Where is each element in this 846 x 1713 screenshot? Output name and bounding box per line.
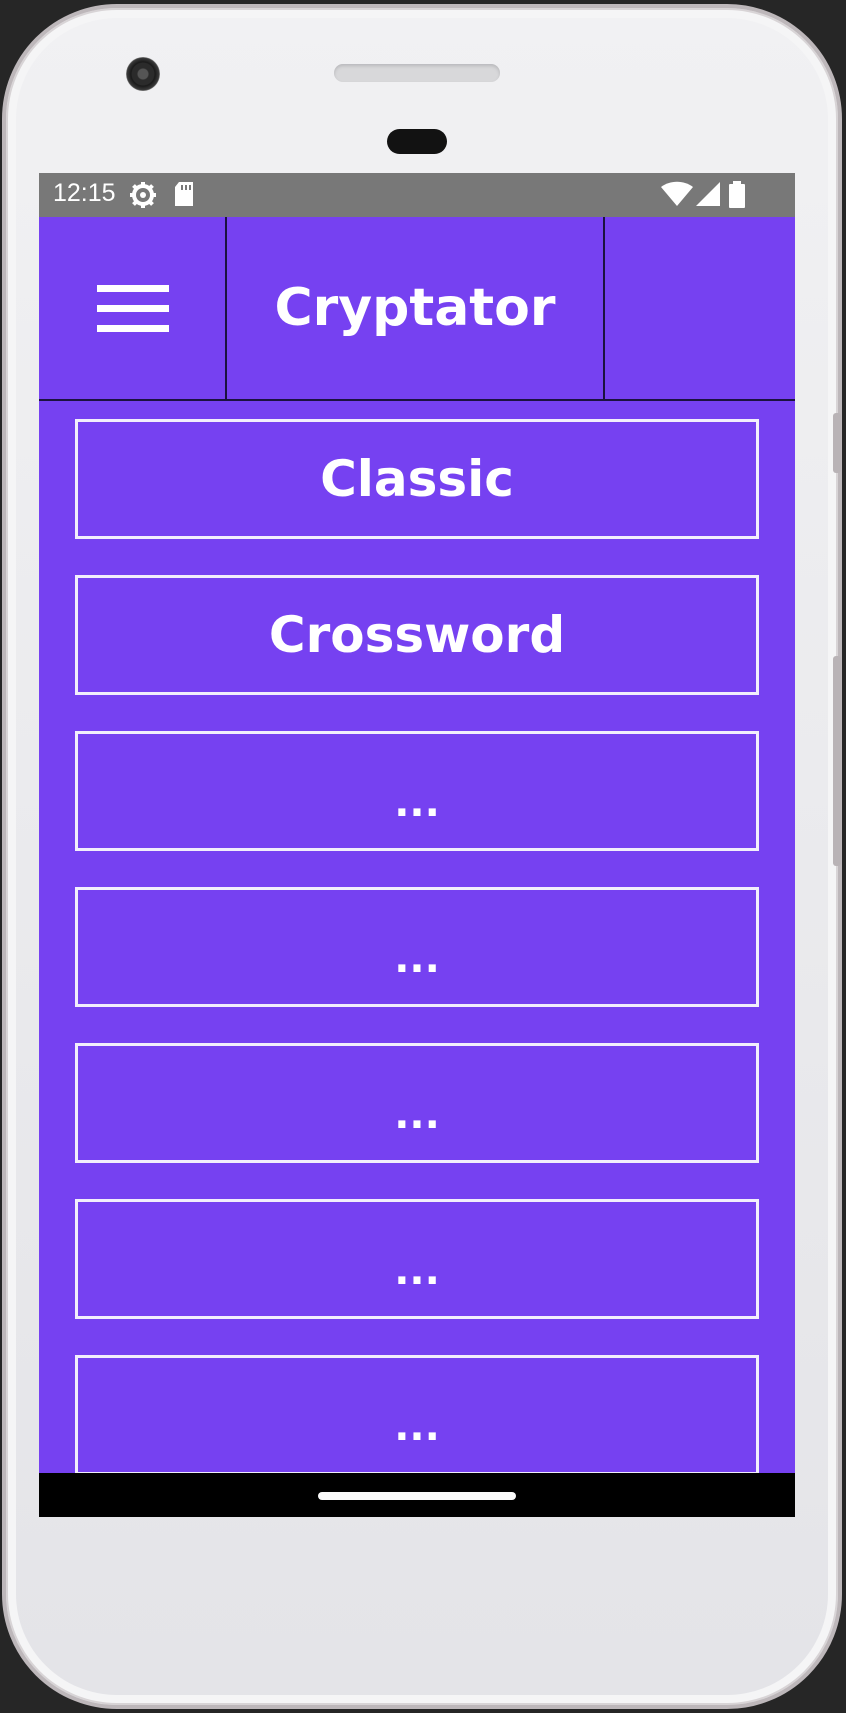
wifi-icon <box>661 181 693 211</box>
placeholder-button-5[interactable]: ... <box>75 1043 759 1163</box>
crossword-button[interactable]: Crossword <box>75 575 759 695</box>
classic-button[interactable]: Classic <box>75 419 759 539</box>
sd-card-icon <box>173 181 195 211</box>
placeholder-button-3[interactable]: ... <box>75 731 759 851</box>
menu-item-label: Classic <box>320 450 514 508</box>
menu-item-label: ... <box>394 1248 440 1294</box>
front-camera <box>126 57 160 91</box>
status-bar: 12:15 <box>39 173 795 217</box>
menu-item-label: ... <box>394 1404 440 1450</box>
app-screen: 12:15 Cryptator Classic Crossword ... ..… <box>39 173 795 1517</box>
navigation-bar <box>39 1473 795 1517</box>
app-title: Cryptator <box>274 278 556 338</box>
proximity-sensor <box>387 129 447 154</box>
menu-button[interactable] <box>39 217 227 399</box>
volume-button <box>833 656 841 866</box>
cell-signal-icon <box>695 181 721 211</box>
app-bar-right-cell <box>605 217 795 399</box>
status-time: 12:15 <box>53 179 116 207</box>
power-button <box>833 413 841 473</box>
placeholder-button-7[interactable]: ... <box>75 1355 759 1475</box>
app-bar: Cryptator <box>39 217 795 401</box>
battery-icon <box>729 181 745 212</box>
placeholder-button-4[interactable]: ... <box>75 887 759 1007</box>
menu-item-label: Crossword <box>268 606 566 664</box>
device-frame: 12:15 Cryptator Classic Crossword ... ..… <box>0 0 846 1713</box>
menu-item-label: ... <box>394 780 440 826</box>
menu-item-label: ... <box>394 936 440 982</box>
settings-gear-icon <box>129 181 157 213</box>
menu-item-label: ... <box>394 1092 440 1138</box>
placeholder-button-6[interactable]: ... <box>75 1199 759 1319</box>
app-title-cell: Cryptator <box>227 217 605 399</box>
home-gesture-handle[interactable] <box>318 1492 516 1500</box>
earpiece-speaker <box>334 64 500 82</box>
hamburger-menu-icon[interactable] <box>97 285 169 333</box>
